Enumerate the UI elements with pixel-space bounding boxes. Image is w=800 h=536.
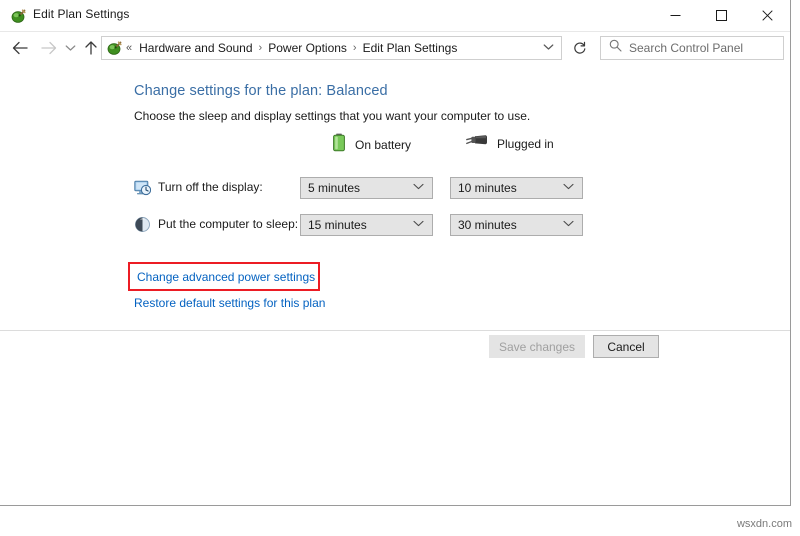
page-title: Change settings for the plan: Balanced: [134, 83, 388, 99]
save-changes-button[interactable]: Save changes: [489, 335, 585, 358]
maximize-icon: [716, 10, 727, 21]
page-subtitle: Choose the sleep and display settings th…: [134, 109, 530, 123]
combo-value: 30 minutes: [458, 218, 517, 232]
refresh-button[interactable]: [568, 36, 592, 60]
setting-label-put-computer-to-sleep: Put the computer to sleep:: [158, 217, 298, 231]
address-dropdown-icon[interactable]: [543, 42, 554, 54]
edit-plan-settings-window: Edit Plan Settings: [0, 0, 791, 506]
navigation-bar: « Hardware and Sound › Power Options › E…: [0, 32, 790, 64]
column-label-plugged-in: Plugged in: [497, 137, 554, 151]
close-icon: [762, 10, 773, 21]
main-content: Change settings for the plan: Balanced C…: [0, 64, 790, 330]
forward-arrow-icon: [40, 41, 57, 55]
combo-value: 15 minutes: [308, 218, 367, 232]
breadcrumb-separator[interactable]: ›: [353, 42, 357, 54]
breadcrumb-power-options[interactable]: Power Options: [265, 39, 350, 57]
power-plan-icon: [10, 8, 26, 24]
minimize-button[interactable]: [652, 0, 698, 30]
column-header-on-battery: On battery: [332, 133, 411, 157]
combo-sleep-on-battery[interactable]: 15 minutes: [300, 214, 433, 236]
title-bar: Edit Plan Settings: [0, 0, 790, 32]
combo-turn-off-display-on-battery[interactable]: 5 minutes: [300, 177, 433, 199]
search-box[interactable]: [600, 36, 784, 60]
minimize-icon: [670, 10, 681, 21]
combo-value: 5 minutes: [308, 181, 360, 195]
footer-bar: Save changes Cancel: [0, 330, 790, 505]
annotation-highlight-box: Change advanced power settings: [128, 262, 320, 291]
breadcrumb-overflow[interactable]: «: [126, 42, 132, 54]
refresh-icon: [573, 41, 587, 55]
link-change-advanced-power-settings[interactable]: Change advanced power settings: [137, 270, 315, 284]
combo-sleep-plugged-in[interactable]: 30 minutes: [450, 214, 583, 236]
search-icon: [609, 39, 622, 57]
setting-row-turn-off-display: Turn off the display: 5 minutes 10 minut…: [134, 177, 790, 199]
address-bar[interactable]: « Hardware and Sound › Power Options › E…: [101, 36, 562, 60]
chevron-down-icon: [413, 220, 424, 230]
up-arrow-icon: [84, 40, 98, 56]
combo-value: 10 minutes: [458, 181, 517, 195]
breadcrumb-hardware-and-sound[interactable]: Hardware and Sound: [136, 39, 255, 57]
search-input[interactable]: [629, 41, 769, 55]
display-clock-icon: [134, 179, 151, 196]
column-label-on-battery: On battery: [355, 138, 411, 152]
chevron-down-icon: [65, 44, 76, 52]
maximize-button[interactable]: [698, 0, 744, 30]
column-header-plugged-in: Plugged in: [466, 133, 554, 154]
back-arrow-icon: [12, 41, 29, 55]
forward-button[interactable]: [34, 32, 62, 64]
battery-icon: [332, 133, 346, 157]
cancel-button[interactable]: Cancel: [593, 335, 659, 358]
setting-label-turn-off-display: Turn off the display:: [158, 180, 263, 194]
chevron-down-icon: [563, 183, 574, 193]
back-button[interactable]: [6, 32, 34, 64]
sleep-moon-icon: [134, 216, 151, 233]
recent-locations-button[interactable]: [60, 32, 80, 64]
close-button[interactable]: [744, 0, 790, 30]
setting-row-put-computer-to-sleep: Put the computer to sleep: 15 minutes 30…: [134, 214, 790, 236]
breadcrumb-separator[interactable]: ›: [259, 42, 263, 54]
chevron-down-icon: [413, 183, 424, 193]
watermark: wsxdn.com: [737, 518, 792, 530]
chevron-down-icon: [563, 220, 574, 230]
breadcrumb-edit-plan-settings[interactable]: Edit Plan Settings: [360, 39, 461, 57]
link-restore-default-settings[interactable]: Restore default settings for this plan: [134, 296, 325, 310]
power-plan-icon: [106, 40, 122, 56]
power-plug-icon: [466, 133, 488, 154]
combo-turn-off-display-plugged-in[interactable]: 10 minutes: [450, 177, 583, 199]
window-title: Edit Plan Settings: [33, 7, 130, 21]
